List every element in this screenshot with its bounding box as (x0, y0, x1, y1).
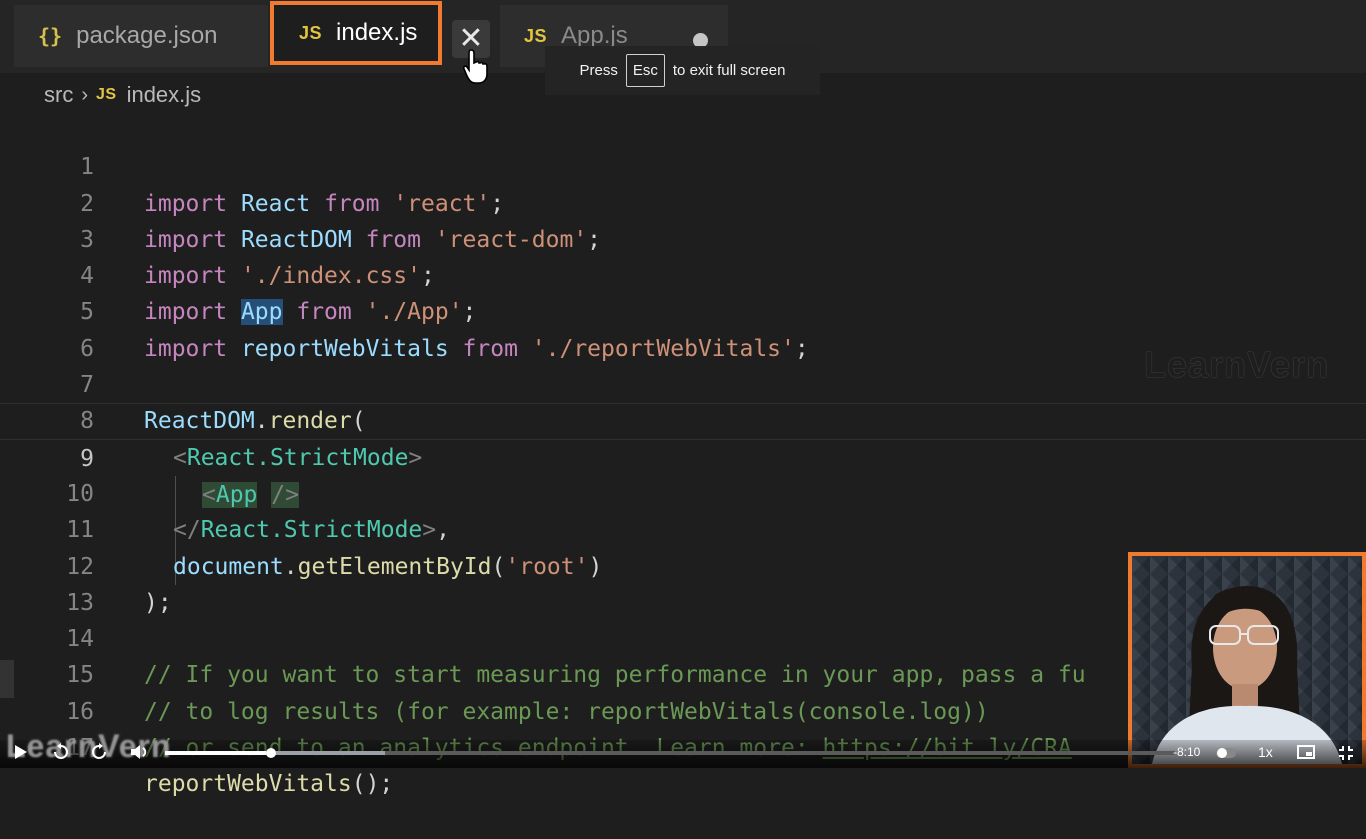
json-file-icon: {} (38, 24, 63, 48)
js-file-icon: JS (299, 22, 323, 43)
js-file-icon: JS (96, 86, 117, 103)
tab-label: package.json (76, 22, 218, 49)
exit-fullscreen-icon (1339, 746, 1353, 760)
watermark: LearnVern (1144, 344, 1330, 385)
forward-button[interactable] (90, 743, 108, 764)
breadcrumb-file[interactable]: index.js (127, 82, 202, 108)
code-line-current: 9 <App /> (0, 403, 1366, 508)
toggle-icon (1216, 748, 1236, 758)
autoplay-toggle[interactable] (1215, 746, 1237, 762)
code-line: 1 import React from 'react'; (0, 113, 1366, 216)
toast-text: Press (579, 62, 618, 79)
chevron-right-icon: › (81, 83, 88, 106)
forward-icon (92, 743, 106, 759)
code-line: 2 import ReactDOM from 'react-dom'; (0, 149, 1366, 253)
pip-button[interactable] (1297, 745, 1315, 762)
code-line: 6 (0, 294, 1366, 362)
breadcrumb-folder[interactable]: src (44, 82, 73, 108)
rewind-button[interactable] (52, 743, 70, 764)
hand-cursor-icon (462, 49, 488, 84)
volume-icon (131, 745, 147, 759)
progress-fill (165, 751, 266, 755)
playback-speed-button[interactable]: 1x (1258, 744, 1273, 760)
play-button[interactable] (14, 744, 28, 763)
js-file-icon: JS (524, 25, 548, 46)
progress-thumb[interactable] (266, 748, 276, 758)
play-icon (15, 745, 27, 759)
time-remaining: -8:10 (1173, 745, 1201, 759)
volume-button[interactable] (130, 744, 150, 763)
fullscreen-toast: Press Esc to exit full screen (545, 46, 820, 95)
code-line: 11 document.getElementById('root') (0, 476, 1366, 579)
tab-label: index.js (336, 19, 418, 46)
breadcrumb: src › JS index.js (44, 80, 201, 110)
webcam-overlay (1128, 552, 1366, 768)
presenter-video (1132, 556, 1362, 764)
esc-key-hint: Esc (625, 54, 665, 87)
tab-package-json[interactable]: {} package.json (14, 5, 268, 67)
tab-index-js[interactable]: JS index.js (270, 1, 442, 65)
code-line: 4 import App from './App'; (0, 222, 1366, 326)
exit-fullscreen-button[interactable] (1338, 745, 1354, 764)
code-line: 12 ); (0, 512, 1366, 616)
code-line: 10 </React.StrictMode>, (0, 440, 1366, 543)
rewind-icon (54, 743, 68, 759)
code-line: 5 import reportWebVitals from './reportW… (0, 258, 1366, 361)
gutter-marker (0, 660, 14, 698)
code-line: 3 import './index.css'; (0, 186, 1366, 289)
picture-in-picture-icon (1297, 745, 1315, 759)
toast-text: to exit full screen (672, 62, 786, 79)
